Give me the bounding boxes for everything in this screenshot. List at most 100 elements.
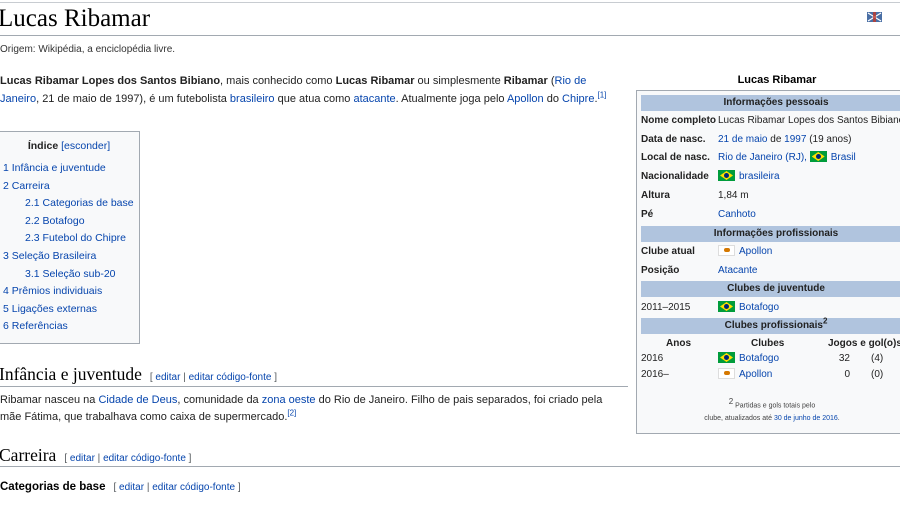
link-chipre[interactable]: Chipre xyxy=(562,93,594,105)
row-value: Apollon xyxy=(718,243,772,261)
intro-paragraph: Lucas Ribamar Lopes dos Santos Bibiano, … xyxy=(0,72,625,108)
toc-label[interactable]: Prêmios individuais xyxy=(12,285,102,297)
toc-item[interactable]: 5 Ligações externas xyxy=(3,301,134,319)
link-birth-city[interactable]: Rio de Janeiro (RJ), xyxy=(718,152,807,163)
link-footnote-date[interactable]: 30 de junho de 2016 xyxy=(774,415,838,422)
link-current-club[interactable]: Apollon xyxy=(739,246,772,257)
link-birth-year[interactable]: 1997 xyxy=(784,134,806,145)
toc-label[interactable]: Ligações externas xyxy=(12,303,97,315)
toc-link[interactable]: 2.2 xyxy=(25,215,40,227)
row-value: Rio de Janeiro (RJ), Brasil xyxy=(718,149,856,167)
link-atacante[interactable]: atacante xyxy=(353,93,395,105)
toc-label[interactable]: Seleção Brasileira xyxy=(12,250,97,262)
link-youth-club[interactable]: Botafogo xyxy=(739,302,779,313)
edit-link[interactable]: editar xyxy=(119,482,144,493)
top-border xyxy=(0,2,900,3)
section-rule xyxy=(0,386,628,387)
short-name-bold: Ribamar xyxy=(503,75,548,87)
footnote-text: . xyxy=(837,415,840,422)
toc-link[interactable]: 6 xyxy=(3,320,9,332)
intro-text: ( xyxy=(547,75,555,87)
reference-1[interactable]: [1] xyxy=(598,90,607,99)
infobox-header-youth: Clubes de juventude xyxy=(641,281,900,297)
link-club[interactable]: Botafogo xyxy=(739,353,779,364)
section-edit-links: [ editar | editar código-fonte ] xyxy=(113,482,240,493)
link-birth-day[interactable]: 21 de maio xyxy=(718,134,767,145)
edit-link[interactable]: editar xyxy=(155,372,180,383)
toc-hide-toggle[interactable]: [esconder] xyxy=(61,140,110,152)
section-paragraph: Ribamar nasceu na Cidade de Deus, comuni… xyxy=(0,392,625,426)
link-club[interactable]: Apollon xyxy=(739,369,772,380)
row-value: 1,84 m xyxy=(718,190,749,201)
toc-label[interactable]: Referências xyxy=(12,320,68,332)
toc-label[interactable]: Botafogo xyxy=(43,215,85,227)
brazil-flag-icon xyxy=(718,301,735,312)
edit-bracket: ] xyxy=(185,453,192,464)
row-label: Posição xyxy=(641,265,680,276)
row-value: Lucas Ribamar Lopes dos Santos Bibiano xyxy=(718,115,900,126)
intro-text: ou simplesmente xyxy=(414,75,504,87)
link-cidade-de-deus[interactable]: Cidade de Deus xyxy=(98,394,177,406)
toc-item[interactable]: 6 Referências xyxy=(3,318,134,336)
edit-source-link[interactable]: editar código-fonte xyxy=(103,453,186,464)
toc-link[interactable]: 1 xyxy=(3,162,9,174)
link-foot[interactable]: Canhoto xyxy=(718,209,756,220)
toc-link[interactable]: 3 xyxy=(3,250,9,262)
toc-item[interactable]: 2.1 Categorias de base xyxy=(3,195,134,213)
section-title: Carreira xyxy=(0,445,57,465)
toc-link[interactable]: 2.3 xyxy=(25,232,40,244)
row-label: Nome completo xyxy=(641,115,717,126)
section-edit-links: [ editar | editar código-fonte ] xyxy=(64,453,191,464)
link-apollon[interactable]: Apollon xyxy=(507,93,544,105)
footnote-text: Partidas e gols totais pelo xyxy=(733,402,816,410)
intro-text: , mais conhecido como xyxy=(220,75,336,87)
edit-sep: | xyxy=(144,482,153,493)
toc-item[interactable]: 2.3 Futebol do Chipre xyxy=(3,230,134,248)
toc-link[interactable]: 3.1 xyxy=(25,268,40,280)
full-name-bold: Lucas Ribamar Lopes dos Santos Bibiano xyxy=(0,75,221,87)
toc-item[interactable]: 3 Seleção Brasileira xyxy=(3,248,134,266)
toc-list: 1 Infância e juventude 2 Carreira 2.1 Cate… xyxy=(3,160,134,336)
row-label: 2011–2015 xyxy=(641,302,691,313)
toc-label[interactable]: Categorias de base xyxy=(43,197,134,209)
para-text: , comunidade da xyxy=(177,394,262,406)
infobox-header-professional: Informações profissionais xyxy=(641,226,900,242)
row-value: Botafogo xyxy=(718,299,779,317)
link-brasileiro[interactable]: brasileiro xyxy=(230,93,275,105)
toc-item[interactable]: 2 Carreira xyxy=(3,178,134,196)
edit-source-link[interactable]: editar código-fonte xyxy=(152,482,235,493)
toc-item[interactable]: 1 Infância e juventude xyxy=(3,160,134,178)
toc-label[interactable]: Futebol do Chipre xyxy=(43,232,126,244)
toc-item[interactable]: 3.1 Seleção sub-20 xyxy=(3,266,134,284)
cyprus-flag-icon xyxy=(718,368,735,379)
toc-label[interactable]: Carreira xyxy=(12,180,50,192)
infobox: Informações pessoais Nome completo Lucas… xyxy=(636,90,900,434)
toc-label[interactable]: Seleção sub-20 xyxy=(43,268,116,280)
toc-item[interactable]: 4 Prêmios individuais xyxy=(3,283,134,301)
link-position[interactable]: Atacante xyxy=(718,265,757,276)
cyprus-flag-icon xyxy=(718,245,735,256)
row-apps: 0 xyxy=(844,369,850,380)
origin-note: Origem: Wikipédia, a enciclopédia livre. xyxy=(0,44,176,55)
toc-link[interactable]: 5 xyxy=(3,303,9,315)
link-brasil[interactable]: Brasil xyxy=(831,152,856,163)
intro-text: que atua como xyxy=(274,93,354,105)
edit-link[interactable]: editar xyxy=(70,453,95,464)
edit-source-link[interactable]: editar código-fonte xyxy=(189,372,272,383)
toc-link[interactable]: 4 xyxy=(3,285,9,297)
reference-2[interactable]: [2] xyxy=(287,408,296,417)
language-flag-icon[interactable] xyxy=(866,11,883,24)
title-underline xyxy=(0,35,900,36)
toc-link[interactable]: 2 xyxy=(3,180,9,192)
toc-item[interactable]: 2.2 Botafogo xyxy=(3,213,134,231)
value-text: de xyxy=(767,134,785,145)
link-zona-oeste[interactable]: zona oeste xyxy=(262,394,316,406)
link-nationality[interactable]: brasileira xyxy=(739,171,780,182)
toc-header: Índice [esconder] xyxy=(0,140,139,152)
edit-bracket: ] xyxy=(235,482,241,493)
toc-link[interactable]: 2.1 xyxy=(25,197,40,209)
table-of-contents: Índice [esconder] 1 Infância e juventude… xyxy=(0,131,140,344)
value-text: (19 anos) xyxy=(806,134,852,145)
infobox-footnote-line2: clube, atualizados até 30 de junho de 20… xyxy=(641,415,900,422)
toc-label[interactable]: Infância e juventude xyxy=(12,162,106,174)
